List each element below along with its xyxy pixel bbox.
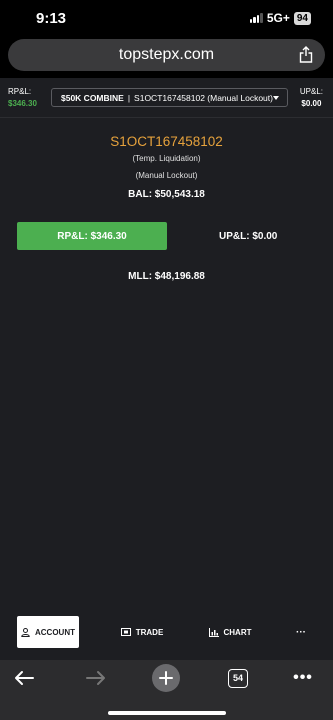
- chevron-down-icon[interactable]: [273, 96, 279, 100]
- mll-value: MLL: $48,196.88: [128, 271, 205, 282]
- account-balance: BAL: $50,543.18: [128, 189, 205, 200]
- arrow-left-icon: [15, 671, 34, 685]
- nav-chart[interactable]: CHART: [206, 616, 254, 648]
- chart-icon: [208, 627, 219, 637]
- share-icon[interactable]: [299, 46, 313, 63]
- rpl-button[interactable]: RP&L: $346.30: [17, 222, 167, 250]
- status-bar: 9:13 5G+ 94: [0, 0, 333, 36]
- account-header: RP&L: $346.30 $50K COMBINE | S1OCT167458…: [0, 78, 333, 118]
- app-bottom-nav: ACCOUNT TRADE CHART ···: [0, 616, 333, 656]
- header-upl-value: $0.00: [301, 99, 322, 108]
- back-button[interactable]: [12, 664, 36, 692]
- plus-icon: [152, 664, 180, 692]
- account-separator: |: [127, 92, 131, 103]
- account-status-liquidation: (Temp. Liquidation): [132, 154, 201, 163]
- address-bar[interactable]: topstepx.com: [8, 39, 325, 71]
- tabs-button[interactable]: 54: [228, 664, 248, 692]
- browser-address-area: topstepx.com: [0, 36, 333, 78]
- nav-trade-label: TRADE: [135, 627, 164, 637]
- account-select[interactable]: $50K COMBINE | S1OCT167458102 (Manual Lo…: [51, 88, 288, 107]
- upl-value: UP&L: $0.00: [219, 231, 278, 242]
- browser-menu-button[interactable]: •••: [292, 664, 314, 692]
- header-upl: UP&L: $0.00: [300, 86, 323, 110]
- signal-icon: [249, 13, 263, 23]
- arrow-right-icon: [86, 671, 105, 685]
- forward-button[interactable]: [84, 664, 108, 692]
- header-rpl: RP&L: $346.30: [8, 86, 37, 110]
- account-status-lockout: (Manual Lockout): [135, 171, 198, 180]
- network-label: 5G+: [266, 11, 290, 25]
- nav-account[interactable]: ACCOUNT: [17, 616, 79, 648]
- account-plan: $50K COMBINE: [61, 92, 124, 103]
- battery-icon: 94: [293, 11, 311, 25]
- header-rpl-value: $346.30: [8, 99, 37, 108]
- user-icon: [21, 627, 30, 637]
- nav-trade[interactable]: TRADE: [118, 616, 166, 648]
- status-time: 9:13: [36, 10, 67, 27]
- account-name: S1OCT167458102 (Manual Lockout): [134, 92, 273, 103]
- nav-account-label: ACCOUNT: [35, 627, 75, 637]
- tab-count: 54: [228, 668, 248, 688]
- trading-app: RP&L: $346.30 $50K COMBINE | S1OCT167458…: [0, 78, 333, 660]
- new-tab-button[interactable]: [152, 664, 180, 692]
- home-indicator: [108, 711, 226, 715]
- header-upl-label: UP&L:: [299, 87, 323, 96]
- url-text[interactable]: topstepx.com: [8, 46, 325, 64]
- nav-chart-label: CHART: [223, 627, 252, 637]
- status-indicators: 5G+ 94: [249, 11, 311, 25]
- nav-more-button[interactable]: ···: [293, 616, 309, 648]
- header-rpl-label: RP&L:: [8, 87, 32, 96]
- account-id: S1OCT167458102: [110, 134, 223, 149]
- trade-icon: [120, 628, 131, 636]
